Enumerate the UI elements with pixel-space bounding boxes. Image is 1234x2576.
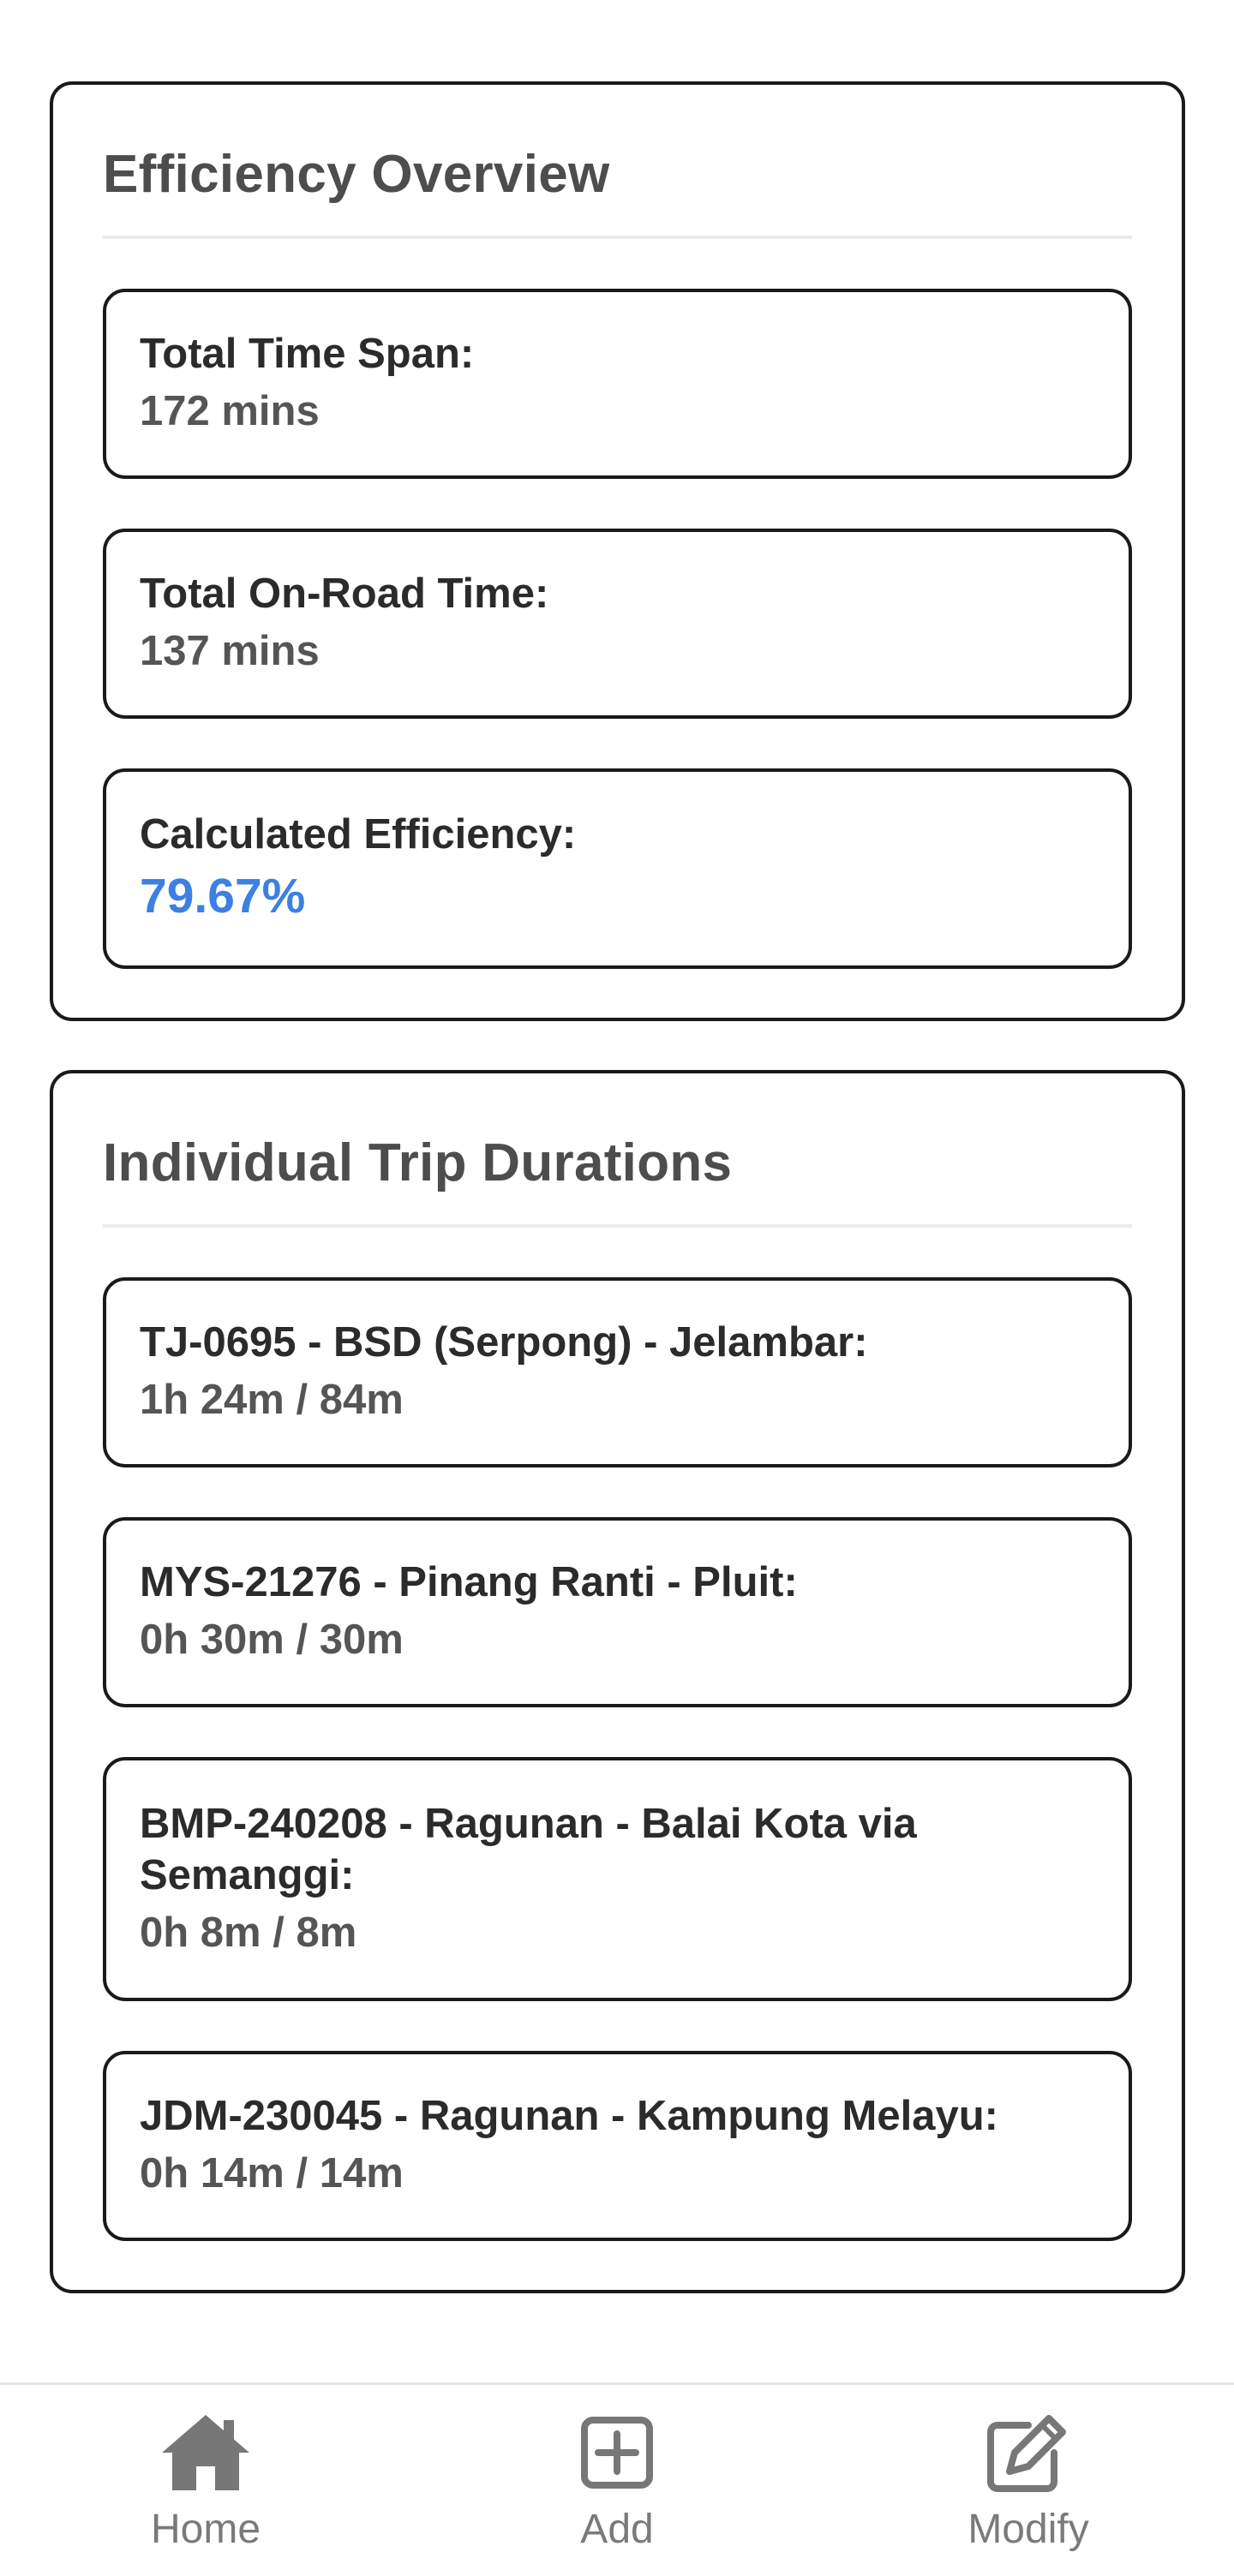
total-time-span-value: 172 mins	[140, 388, 320, 434]
trip-duration: 0h 14m / 14m	[140, 2150, 404, 2196]
nav-add-label: Add	[580, 2507, 654, 2552]
trip-label: JDM-230045 - Ragunan - Kampung Melayu:	[140, 2093, 998, 2139]
bottom-navigation: Home Add Modify	[0, 2382, 1234, 2576]
nav-add-button[interactable]: Add	[488, 2385, 746, 2576]
individual-trip-durations-card: Individual Trip Durations TJ-0695 - BSD …	[50, 1070, 1185, 2293]
calculated-efficiency-label: Calculated Efficiency:	[140, 811, 577, 858]
trip-item: MYS-21276 - Pinang Ranti - Pluit: 0h 30m…	[103, 1517, 1132, 1707]
calculated-efficiency-item: Calculated Efficiency: 79.67%	[103, 768, 1132, 969]
trip-duration: 0h 30m / 30m	[140, 1617, 404, 1663]
nav-modify-label: Modify	[967, 2507, 1089, 2552]
total-on-road-time-label: Total On-Road Time:	[140, 571, 549, 617]
trip-item: JDM-230045 - Ragunan - Kampung Melayu: 0…	[103, 2051, 1132, 2241]
individual-trip-durations-title: Individual Trip Durations	[103, 1073, 1132, 1228]
trip-label: TJ-0695 - BSD (Serpong) - Jelambar:	[140, 1319, 868, 1366]
total-time-span-item: Total Time Span: 172 mins	[103, 289, 1132, 479]
trip-item: TJ-0695 - BSD (Serpong) - Jelambar: 1h 2…	[103, 1277, 1132, 1467]
nav-home-button[interactable]: Home	[77, 2385, 334, 2576]
nav-home-label: Home	[150, 2507, 261, 2552]
total-on-road-time-value: 137 mins	[140, 628, 320, 674]
efficiency-overview-card: Efficiency Overview Total Time Span: 172…	[50, 81, 1185, 1021]
efficiency-overview-title: Efficiency Overview	[103, 85, 1132, 239]
edit-icon	[981, 2410, 1075, 2495]
trip-duration: 0h 8m / 8m	[140, 1909, 357, 1956]
calculated-efficiency-value: 79.67%	[140, 869, 306, 923]
app-screen: Efficiency Overview Total Time Span: 172…	[0, 0, 1234, 2576]
nav-modify-button[interactable]: Modify	[900, 2385, 1157, 2576]
trip-duration: 1h 24m / 84m	[140, 1377, 404, 1423]
total-time-span-label: Total Time Span:	[140, 331, 475, 377]
home-icon	[159, 2410, 253, 2495]
total-on-road-time-item: Total On-Road Time: 137 mins	[103, 529, 1132, 719]
trip-label: MYS-21276 - Pinang Ranti - Pluit:	[140, 1559, 798, 1605]
trip-item: BMP-240208 - Ragunan - Balai Kota via Se…	[103, 1757, 1132, 2001]
trip-label: BMP-240208 - Ragunan - Balai Kota via Se…	[140, 1800, 917, 1898]
plus-square-icon	[570, 2410, 664, 2495]
